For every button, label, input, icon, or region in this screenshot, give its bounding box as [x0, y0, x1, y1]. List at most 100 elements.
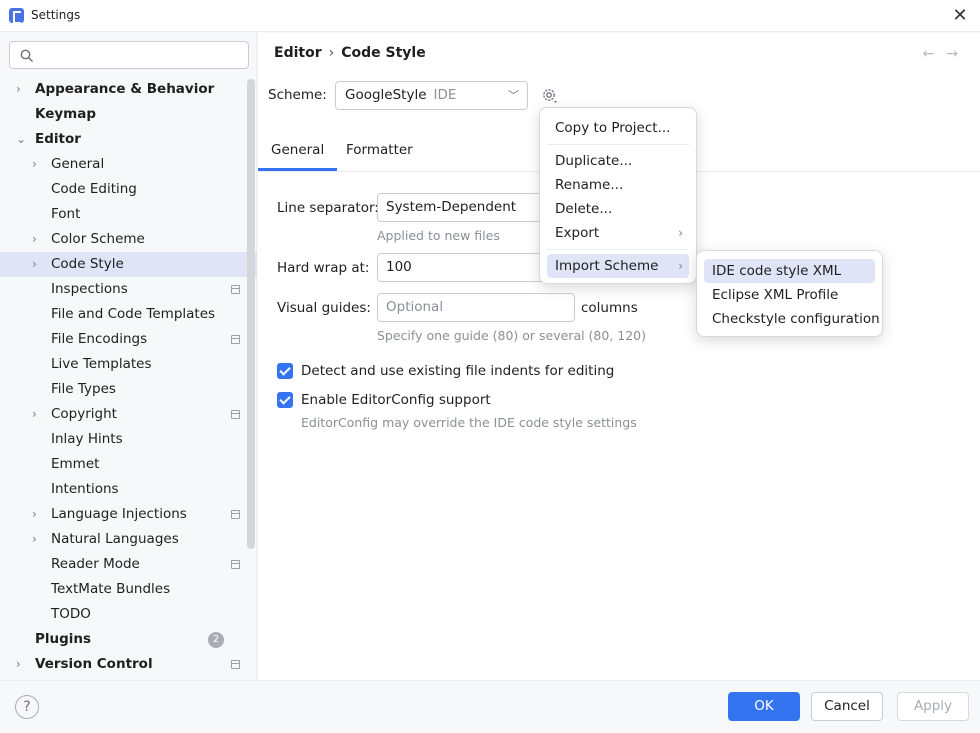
dialog-footer: ? OK Cancel Apply — [0, 680, 980, 733]
sidebar-item-label: File Types — [51, 381, 116, 397]
sidebar-item-reader-mode[interactable]: Reader Mode — [0, 552, 257, 577]
chevron-right-icon[interactable]: › — [32, 252, 44, 277]
sidebar-item-label: Live Templates — [51, 356, 152, 372]
sidebar-item-keymap[interactable]: Keymap — [0, 102, 257, 127]
sidebar-item-label: Reader Mode — [51, 556, 140, 572]
project-scope-icon — [231, 410, 240, 419]
sidebar-item-inlay-hints[interactable]: Inlay Hints — [0, 427, 257, 452]
sidebar-item-label: Inspections — [51, 281, 128, 297]
sidebar-scrollbar[interactable] — [247, 79, 255, 549]
sidebar-item-file-and-code-templates[interactable]: File and Code Templates — [0, 302, 257, 327]
submenu-checkstyle[interactable]: Checkstyle configuration — [704, 307, 880, 331]
menu-separator — [547, 144, 689, 145]
close-icon[interactable]: ✕ — [948, 4, 972, 28]
line-separator-hint: Applied to new files — [377, 228, 500, 243]
project-scope-icon — [231, 660, 240, 669]
visual-guides-suffix: columns — [581, 300, 638, 316]
line-separator-label: Line separator: — [277, 200, 379, 216]
sidebar-item-file-types[interactable]: File Types — [0, 377, 257, 402]
title-bar: Settings ✕ — [0, 0, 980, 32]
sidebar-item-file-encodings[interactable]: File Encodings — [0, 327, 257, 352]
editorconfig-label[interactable]: Enable EditorConfig support — [301, 392, 491, 408]
menu-copy-to-project[interactable]: Copy to Project... — [547, 116, 689, 140]
hard-wrap-label: Hard wrap at: — [277, 260, 370, 276]
menu-rename[interactable]: Rename... — [547, 173, 689, 197]
sidebar-item-label: Intentions — [51, 481, 119, 497]
sidebar-item-label: Natural Languages — [51, 531, 179, 547]
project-scope-icon — [231, 560, 240, 569]
sidebar-item-todo[interactable]: TODO — [0, 602, 257, 627]
nav-arrows: ←→ — [923, 46, 970, 62]
chevron-right-icon[interactable]: › — [16, 77, 28, 102]
sidebar-item-label: Editor — [35, 131, 81, 147]
forward-arrow-icon[interactable]: → — [946, 46, 970, 62]
scheme-select[interactable]: GoogleStyle IDE ﹀ — [335, 81, 528, 110]
back-arrow-icon[interactable]: ← — [923, 46, 947, 62]
sidebar-item-intentions[interactable]: Intentions — [0, 477, 257, 502]
tab-general[interactable]: General — [257, 142, 338, 171]
sidebar-item-general[interactable]: › General — [0, 152, 257, 177]
hard-wrap-input[interactable]: 100 — [377, 253, 547, 282]
sidebar-item-font[interactable]: Font — [0, 202, 257, 227]
tab-formatter[interactable]: Formatter — [346, 142, 413, 158]
submenu-eclipse-xml[interactable]: Eclipse XML Profile — [704, 283, 875, 307]
sidebar-item-version-control[interactable]: › Version Control — [0, 652, 257, 677]
sidebar-item-inspections[interactable]: Inspections — [0, 277, 257, 302]
gear-icon[interactable] — [541, 87, 559, 105]
apply-button[interactable]: Apply — [897, 692, 969, 721]
scheme-label: Scheme: — [268, 87, 327, 103]
chevron-down-icon: ﹀ — [508, 89, 519, 102]
sidebar-item-plugins[interactable]: Plugins 2 — [0, 627, 257, 652]
sidebar-item-code-editing[interactable]: Code Editing — [0, 177, 257, 202]
sidebar-item-editor[interactable]: ⌄ Editor — [0, 127, 257, 152]
sidebar-item-textmate-bundles[interactable]: TextMate Bundles — [0, 577, 257, 602]
sidebar-item-label: Inlay Hints — [51, 431, 123, 447]
visual-guides-placeholder: Optional — [386, 299, 444, 315]
breadcrumb-current: Code Style — [341, 45, 426, 61]
sidebar-item-label: TODO — [51, 606, 91, 622]
detect-indents-label[interactable]: Detect and use existing file indents for… — [301, 363, 614, 379]
help-button[interactable]: ? — [15, 695, 39, 719]
scheme-sub: IDE — [433, 87, 457, 103]
breadcrumb-parent[interactable]: Editor — [274, 45, 322, 61]
sidebar-item-label: Language Injections — [51, 506, 187, 522]
search-icon — [20, 49, 33, 62]
sidebar-item-appearance-behavior[interactable]: › Appearance & Behavior — [0, 77, 257, 102]
menu-import-scheme[interactable]: Import Scheme › — [547, 254, 689, 278]
menu-export[interactable]: Export › — [547, 221, 689, 245]
sidebar-item-live-templates[interactable]: Live Templates — [0, 352, 257, 377]
chevron-right-icon[interactable]: › — [16, 652, 28, 677]
sidebar-item-copyright[interactable]: › Copyright — [0, 402, 257, 427]
window-title: Settings — [31, 8, 81, 22]
breadcrumb: Editor › Code Style — [274, 45, 426, 61]
chevron-right-icon[interactable]: › — [32, 527, 44, 552]
chevron-down-icon[interactable]: ⌄ — [16, 127, 28, 152]
chevron-right-icon[interactable]: › — [32, 502, 44, 527]
sidebar-item-natural-languages[interactable]: › Natural Languages — [0, 527, 257, 552]
plugins-update-badge: 2 — [208, 632, 224, 648]
detect-indents-checkbox[interactable] — [277, 363, 293, 379]
sidebar-item-label: Code Editing — [51, 181, 137, 197]
menu-duplicate[interactable]: Duplicate... — [547, 149, 689, 173]
sidebar-item-emmet[interactable]: Emmet — [0, 452, 257, 477]
search-input[interactable] — [9, 41, 249, 69]
ok-button[interactable]: OK — [728, 692, 800, 721]
visual-guides-label: Visual guides: — [277, 300, 371, 316]
sidebar-item-label: Version Control — [35, 656, 153, 672]
menu-separator — [547, 249, 689, 250]
project-scope-icon — [231, 285, 240, 294]
chevron-right-icon[interactable]: › — [32, 227, 44, 252]
menu-delete[interactable]: Delete... — [547, 197, 689, 221]
visual-guides-input[interactable]: Optional — [377, 293, 575, 322]
sidebar-item-code-style[interactable]: › Code Style — [0, 252, 257, 277]
cancel-button[interactable]: Cancel — [811, 692, 883, 721]
line-separator-select[interactable]: System-Dependent — [377, 193, 547, 222]
sidebar-item-language-injections[interactable]: › Language Injections — [0, 502, 257, 527]
scheme-value: GoogleStyle — [345, 87, 427, 103]
editorconfig-checkbox[interactable] — [277, 392, 293, 408]
chevron-right-icon: › — [678, 259, 683, 273]
sidebar-item-color-scheme[interactable]: › Color Scheme — [0, 227, 257, 252]
chevron-right-icon[interactable]: › — [32, 152, 44, 177]
chevron-right-icon[interactable]: › — [32, 402, 44, 427]
submenu-ide-xml[interactable]: IDE code style XML — [704, 259, 875, 283]
